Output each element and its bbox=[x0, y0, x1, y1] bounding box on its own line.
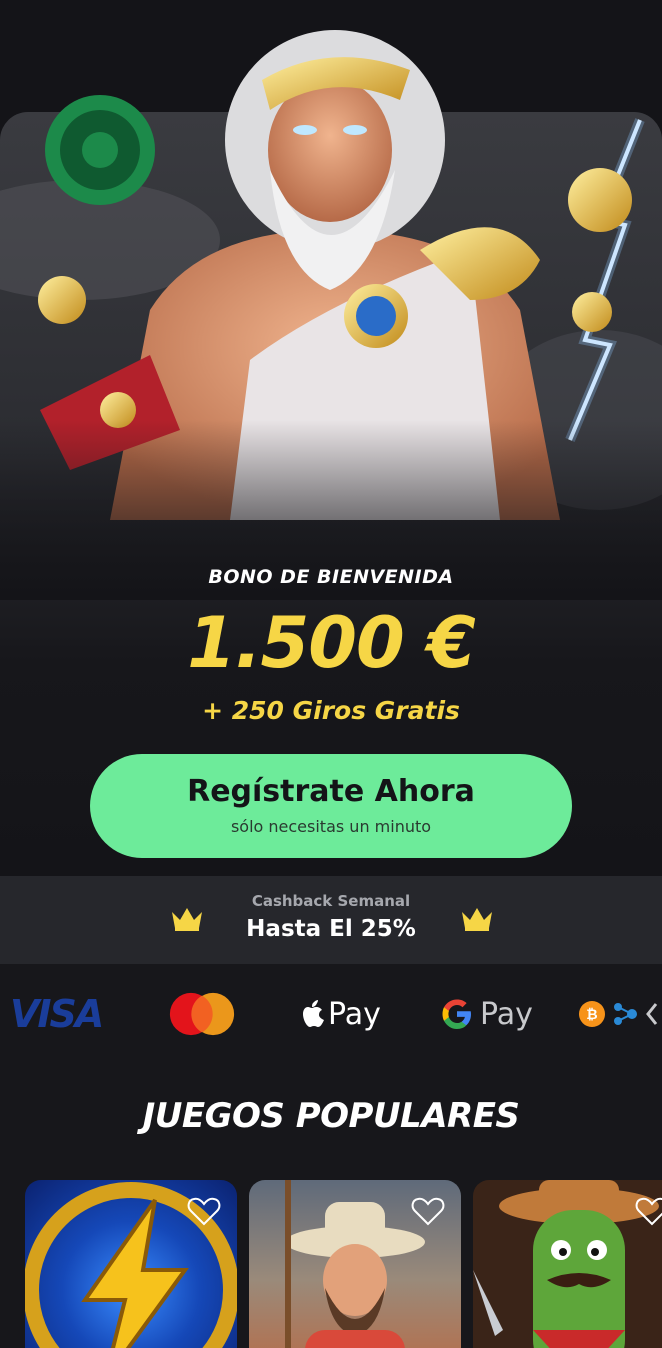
favorite-heart-icon[interactable] bbox=[411, 1196, 445, 1226]
cashback-title: Cashback Semanal bbox=[251, 892, 411, 910]
game-card-fisherman[interactable] bbox=[249, 1180, 461, 1348]
favorite-heart-icon[interactable] bbox=[635, 1196, 662, 1226]
google-g-icon bbox=[442, 999, 471, 1029]
apple-icon bbox=[303, 1000, 324, 1027]
cactus-cowboy-icon bbox=[473, 1180, 659, 1348]
bitcoin-ripple-icon: ₿ bbox=[579, 1001, 658, 1027]
game-card-cactus[interactable] bbox=[473, 1180, 662, 1348]
register-button-subtitle: sólo necesitas un minuto bbox=[230, 817, 432, 836]
bonus-label: BONO DE BIENVENIDA bbox=[208, 566, 454, 588]
register-button-label: Regístrate Ahora bbox=[187, 774, 475, 809]
visa-logo: VISA bbox=[10, 992, 104, 1036]
payment-methods-strip: VISA Pay Pay ₿ bbox=[0, 964, 662, 1064]
apple-pay-logo: Pay bbox=[302, 992, 381, 1036]
game-card-lightning[interactable] bbox=[25, 1180, 237, 1348]
popular-games-carousel[interactable] bbox=[0, 1180, 662, 1348]
register-button[interactable]: Regístrate Ahora sólo necesitas un minut… bbox=[90, 754, 572, 858]
bonus-free-spins: + 250 Giros Gratis bbox=[202, 696, 460, 725]
favorite-heart-icon[interactable] bbox=[187, 1196, 221, 1226]
crypto-logos: ₿ bbox=[578, 992, 662, 1036]
hero-banner: BONO DE BIENVENIDA 1.500 € + 250 Giros G… bbox=[0, 0, 662, 876]
popular-games-title: JUEGOS POPULARES bbox=[142, 1096, 520, 1136]
google-pay-logo: Pay bbox=[440, 992, 533, 1036]
mastercard-logo bbox=[169, 992, 235, 1036]
zeus-illustration bbox=[0, 0, 662, 600]
svg-text:₿: ₿ bbox=[586, 1007, 597, 1023]
bonus-amount: 1.500 € bbox=[187, 602, 476, 684]
crown-icon bbox=[462, 908, 492, 931]
cashback-banner[interactable]: Cashback Semanal Hasta El 25% bbox=[0, 876, 662, 964]
cashback-value: Hasta El 25% bbox=[246, 916, 416, 942]
